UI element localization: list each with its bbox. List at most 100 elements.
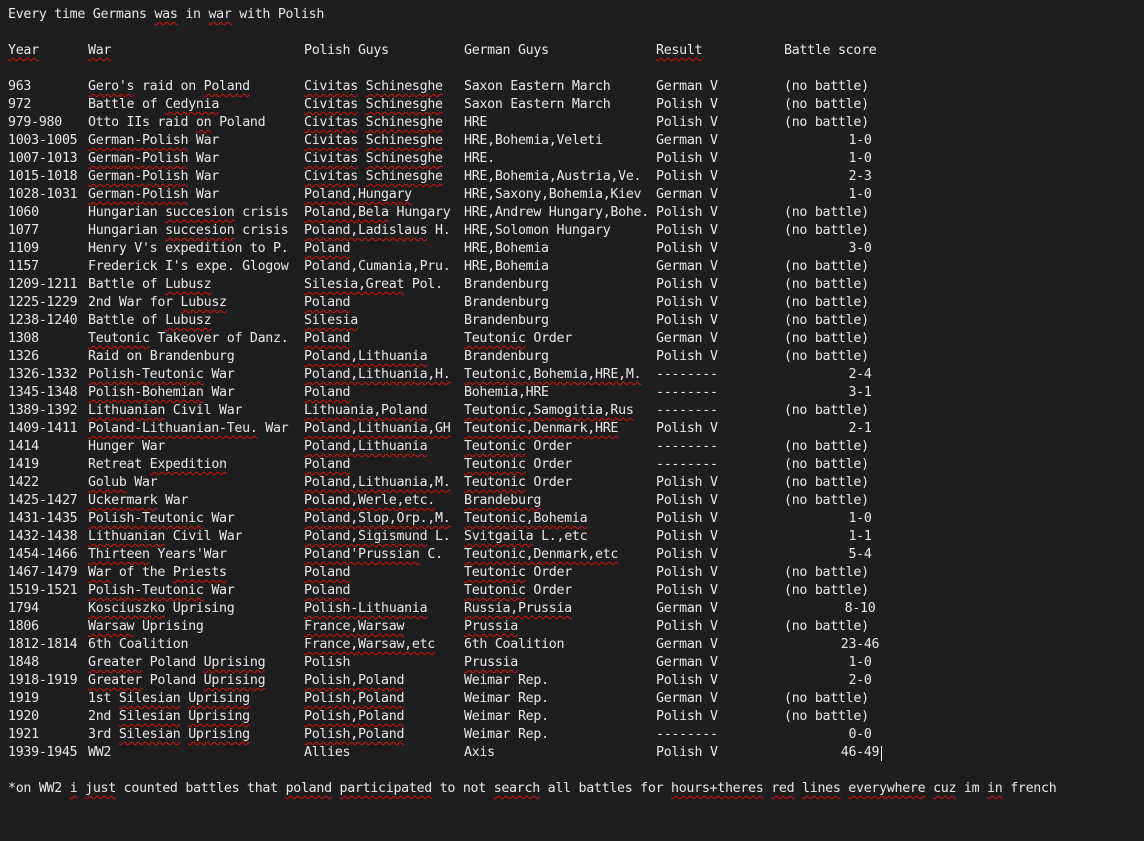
cell-war: Kosciuszko Uprising (88, 601, 235, 616)
cell-war: German-Polish War (88, 151, 220, 166)
cell-war: Lithuanian Civil War (88, 403, 243, 418)
cell-war: Thirteen Years'War (88, 547, 227, 562)
cell-year: 1422 (8, 475, 39, 490)
cell-year: 1238-1240 (8, 313, 78, 328)
cell-year: 1939-1945 (8, 745, 78, 760)
cell-polish-guys: Polish,Poland (304, 727, 405, 742)
cell-result: Polish V (656, 295, 718, 310)
cell-polish-guys: Poland,Lithuania,H. (304, 367, 451, 382)
cell-german-guys: HRE,Solomon Hungary (464, 223, 611, 238)
cell-year: 1419 (8, 457, 39, 472)
cell-polish-guys: Poland'Prussian C. (304, 547, 443, 562)
cell-result: Polish V (656, 97, 718, 112)
cell-battle-score: (no battle) (784, 457, 869, 472)
cell-result: Polish V (656, 115, 718, 130)
cell-german-guys: Teutonic,Denmark,etc (464, 547, 619, 562)
cell-result: German V (656, 133, 718, 148)
cell-german-guys: Weimar Rep. (464, 727, 549, 742)
cell-year: 1414 (8, 439, 39, 454)
cell-german-guys: Teutonic,Bohemia (464, 511, 588, 526)
cell-german-guys: Teutonic Order (464, 457, 572, 472)
cell-battle-score: 46-49 (840, 745, 880, 760)
cell-result: -------- (656, 385, 718, 400)
cell-battle-score: (no battle) (784, 205, 869, 220)
cell-battle-score: (no battle) (784, 313, 869, 328)
cell-battle-score: 1-0 (848, 655, 872, 670)
cell-war: Polish-Teutonic War (88, 583, 235, 598)
cell-year: 1432-1438 (8, 529, 78, 544)
cell-battle-score: (no battle) (784, 565, 869, 580)
cell-german-guys: Bohemia,HRE (464, 385, 549, 400)
cell-war: German-Polish War (88, 187, 220, 202)
cell-war: Uckermark War (88, 493, 189, 508)
cell-battle-score: (no battle) (784, 97, 869, 112)
cell-year: 979-980 (8, 115, 62, 130)
cell-result: -------- (656, 457, 718, 472)
cell-war: 2nd War for Lubusz (88, 295, 227, 310)
cell-german-guys: HRE (464, 115, 488, 130)
cell-battle-score: (no battle) (784, 709, 869, 724)
cell-war: Frederick I's expe. Glogow (88, 259, 289, 274)
cell-german-guys: Weimar Rep. (464, 673, 549, 688)
cell-result: -------- (656, 403, 718, 418)
cell-year: 1209-1211 (8, 277, 78, 292)
cell-polish-guys: Polish,Poland (304, 673, 405, 688)
text-editor[interactable]: Every time Germans was in war with Polis… (0, 0, 1144, 841)
cell-polish-guys: France,Warsaw (304, 619, 405, 634)
cell-year: 1425-1427 (8, 493, 78, 508)
cell-result: German V (656, 637, 718, 652)
cell-polish-guys: Poland,Hungary (304, 187, 412, 202)
cell-german-guys: HRE,Bohemia (464, 241, 549, 256)
cell-war: Polish-Bohemian War (88, 385, 235, 400)
cell-year: 1077 (8, 223, 39, 238)
cell-year: 1109 (8, 241, 39, 256)
document-title: Every time Germans was in war with Polis… (8, 7, 325, 22)
header-war: War (88, 43, 112, 58)
cell-polish-guys: Lithuania,Poland (304, 403, 428, 418)
cell-battle-score: 2-0 (848, 673, 872, 688)
cell-battle-score: (no battle) (784, 331, 869, 346)
cell-german-guys: Prussia (464, 655, 518, 670)
cell-battle-score: (no battle) (784, 115, 869, 130)
cell-war: Teutonic Takeover of Danz. (88, 331, 289, 346)
cell-result: -------- (656, 367, 718, 382)
cell-result: Polish V (656, 169, 718, 184)
cell-battle-score: (no battle) (784, 619, 869, 634)
cell-year: 1918-1919 (8, 673, 78, 688)
cell-polish-guys: Polish-Lithuania (304, 601, 428, 616)
header-result: Result (656, 43, 703, 58)
cell-result: -------- (656, 727, 718, 742)
cell-german-guys: Brandenburg (464, 277, 549, 292)
cell-polish-guys: Poland,Werle,etc. (304, 493, 435, 508)
cell-year: 1157 (8, 259, 39, 274)
cell-german-guys: 6th Coalition (464, 637, 565, 652)
cell-german-guys: Teutonic,Samogitia,Rus (464, 403, 634, 418)
cell-battle-score: (no battle) (784, 259, 869, 274)
cell-war: Retreat Expedition (88, 457, 227, 472)
cell-polish-guys: Poland (304, 565, 351, 580)
cell-battle-score: (no battle) (784, 277, 869, 292)
cell-war: 1st Silesian Uprising (88, 691, 250, 706)
cell-polish-guys: Poland,Ladislaus H. (304, 223, 451, 238)
cell-polish-guys: Polish,Poland (304, 709, 405, 724)
cell-result: German V (656, 331, 718, 346)
cell-battle-score: (no battle) (784, 295, 869, 310)
cell-polish-guys: Allies (304, 745, 351, 760)
cell-battle-score: (no battle) (784, 349, 869, 364)
cell-polish-guys: Civitas Schinesghe (304, 97, 443, 112)
cell-war: WW2 (88, 745, 112, 760)
cell-battle-score: 8-10 (844, 601, 876, 616)
cell-year: 1225-1229 (8, 295, 78, 310)
cell-war: Raid on Brandenburg (88, 349, 235, 364)
cell-year: 1345-1348 (8, 385, 78, 400)
cell-year: 1326 (8, 349, 39, 364)
cell-war: Lithuanian Civil War (88, 529, 243, 544)
cell-battle-score: 1-0 (848, 151, 872, 166)
cell-result: German V (656, 601, 718, 616)
cell-polish-guys: Poland (304, 457, 351, 472)
cell-result: -------- (656, 439, 718, 454)
cell-polish-guys: Civitas Schinesghe (304, 79, 443, 94)
cell-battle-score: (no battle) (784, 583, 869, 598)
cell-german-guys: Brandeburg (464, 493, 542, 508)
cell-war: Battle of Lubusz (88, 313, 212, 328)
